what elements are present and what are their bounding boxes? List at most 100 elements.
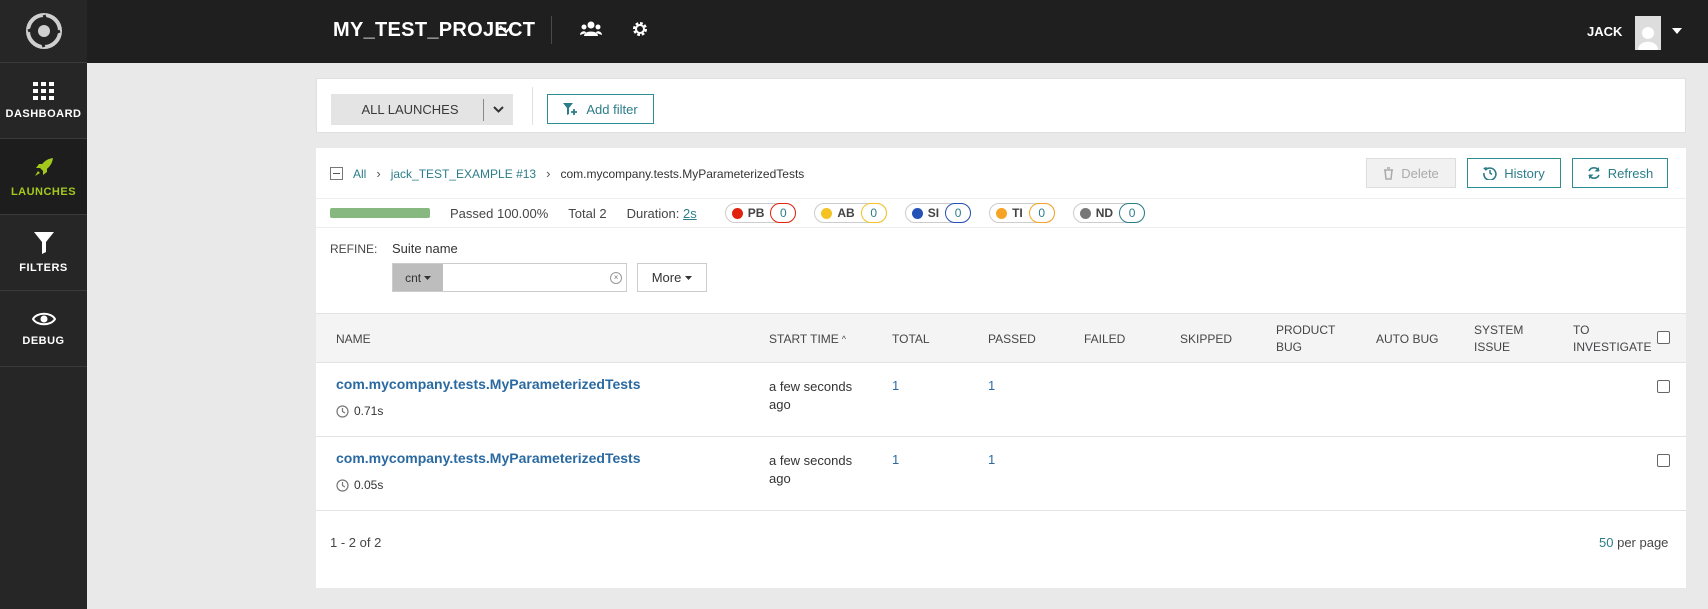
defect-badge-si[interactable]: SI 0 <box>904 203 972 223</box>
breadcrumb-all[interactable]: All <box>353 167 366 181</box>
total-count-link[interactable]: 1 <box>892 452 899 467</box>
column-auto-bug[interactable]: AUTO BUG <box>1376 314 1438 364</box>
defect-code: TI <box>1012 206 1023 220</box>
grid-icon <box>32 81 54 100</box>
duration-value[interactable]: 2s <box>683 206 697 221</box>
start-time-line1: a few seconds <box>769 453 853 468</box>
start-time: a few seconds ago <box>769 452 869 488</box>
column-to-investigate[interactable]: TO INVESTIGATE <box>1573 314 1651 364</box>
row-checkbox[interactable] <box>1657 380 1670 393</box>
duration-value: 0.05s <box>354 478 384 492</box>
refresh-icon <box>1588 167 1600 179</box>
defect-badge-pb[interactable]: PB 0 <box>724 203 797 223</box>
user-name[interactable]: JACK <box>1587 24 1622 39</box>
history-button[interactable]: History <box>1467 158 1561 188</box>
filter-icon <box>33 231 54 254</box>
defect-code: PB <box>747 206 765 220</box>
defect-badge-ti[interactable]: TI 0 <box>989 203 1055 223</box>
breadcrumb-current: com.mycompany.tests.MyParameterizedTests <box>560 166 805 181</box>
sidebar-item-label: DASHBOARD <box>5 107 82 120</box>
clock-icon <box>336 404 349 418</box>
breadcrumb-launch[interactable]: jack_TEST_EXAMPLE #13 <box>391 167 536 181</box>
launches-dropdown-label: ALL LAUNCHES <box>361 102 459 117</box>
sort-asc-icon: ^ <box>841 333 847 344</box>
column-system-issue[interactable]: SYSTEM ISSUE <box>1474 314 1523 364</box>
table-header: NAME START TIME ^ TOTAL PASSED FAILED SK… <box>316 313 1686 363</box>
defect-badge-ab[interactable]: AB 0 <box>814 203 887 223</box>
sidebar-item-dashboard[interactable]: DASHBOARD <box>0 63 87 139</box>
avatar[interactable] <box>1635 16 1661 50</box>
caret-down-icon[interactable] <box>1672 28 1682 34</box>
filter-bar-divider <box>532 87 533 125</box>
defect-code: SI <box>927 206 940 220</box>
condition-dropdown[interactable]: cnt <box>393 264 444 291</box>
pass-rate-progress-bar <box>330 208 430 218</box>
logo[interactable] <box>0 0 87 63</box>
table-row: com.mycompany.tests.MyParameterizedTests… <box>316 438 1686 511</box>
defect-count[interactable]: 0 <box>860 203 887 223</box>
column-passed[interactable]: PASSED <box>988 314 1036 364</box>
item-name-link[interactable]: com.mycompany.tests.MyParameterizedTests <box>336 450 641 466</box>
suite-name-input[interactable] <box>443 264 611 291</box>
clear-icon[interactable]: × <box>610 271 622 284</box>
item-duration: 0.71s <box>336 404 383 418</box>
filter-bar: ALL LAUNCHES Add filter <box>316 78 1686 133</box>
column-skipped[interactable]: SKIPPED <box>1180 314 1232 364</box>
start-time-line2: ago <box>769 471 791 486</box>
chevron-down-icon[interactable] <box>499 24 513 34</box>
column-product-bug-line2: BUG <box>1276 340 1303 354</box>
sidebar-item-debug[interactable]: DEBUG <box>0 291 87 367</box>
history-icon <box>1483 167 1497 180</box>
defect-color-dot <box>731 207 743 219</box>
defect-count[interactable]: 0 <box>770 203 797 223</box>
table-row: com.mycompany.tests.MyParameterizedTests… <box>316 364 1686 437</box>
column-name[interactable]: NAME <box>336 314 371 364</box>
row-checkbox[interactable] <box>1657 454 1670 467</box>
duration-label: Duration: <box>626 205 680 221</box>
users-icon[interactable] <box>580 21 602 37</box>
defect-badges: PB 0 AB 0 SI 0 TI 0 ND 0 <box>697 203 1146 223</box>
launches-dropdown[interactable]: ALL LAUNCHES <box>331 94 513 125</box>
defect-count[interactable]: 0 <box>1028 203 1055 223</box>
per-page-selector[interactable]: 50 per page <box>1599 535 1668 550</box>
pagination-range: 1 - 2 of 2 <box>330 535 382 550</box>
per-page-count[interactable]: 50 <box>1599 535 1613 550</box>
header-divider <box>551 16 552 44</box>
delete-button[interactable]: Delete <box>1366 158 1456 188</box>
collapse-icon[interactable] <box>330 167 343 180</box>
defect-color-dot <box>1079 207 1091 219</box>
sidebar-item-launches[interactable]: LAUNCHES <box>0 139 87 215</box>
more-button[interactable]: More <box>637 263 707 292</box>
gear-icon[interactable] <box>632 21 648 37</box>
sidebar-item-label: DEBUG <box>22 334 65 347</box>
clock-icon <box>336 478 349 492</box>
sidebar-item-filters[interactable]: FILTERS <box>0 215 87 291</box>
column-system-issue-line2: ISSUE <box>1474 340 1511 354</box>
chevron-down-icon[interactable] <box>484 106 513 113</box>
defect-badge-nd[interactable]: ND 0 <box>1072 203 1146 223</box>
start-time-line2: ago <box>769 397 791 412</box>
refresh-label: Refresh <box>1607 165 1654 181</box>
column-total[interactable]: TOTAL <box>892 314 930 364</box>
delete-label: Delete <box>1401 165 1439 181</box>
passed-count-link[interactable]: 1 <box>988 452 995 467</box>
column-failed[interactable]: FAILED <box>1084 314 1125 364</box>
add-filter-button[interactable]: Add filter <box>547 94 654 124</box>
defect-count[interactable]: 0 <box>945 203 972 223</box>
add-filter-label: Add filter <box>586 101 638 117</box>
passed-count-link[interactable]: 1 <box>988 378 995 393</box>
rocket-icon <box>34 157 53 176</box>
item-name-link[interactable]: com.mycompany.tests.MyParameterizedTests <box>336 376 641 392</box>
defect-color-dot <box>996 207 1008 219</box>
defect-count[interactable]: 0 <box>1119 203 1146 223</box>
start-time: a few seconds ago <box>769 378 869 414</box>
sidebar: DASHBOARD LAUNCHES FILTERS DEBUG <box>0 0 87 609</box>
column-start-time[interactable]: START TIME ^ <box>769 314 846 364</box>
total-count-link[interactable]: 1 <box>892 378 899 393</box>
refresh-button[interactable]: Refresh <box>1572 158 1668 188</box>
suite-name-filter: cnt × <box>392 263 627 292</box>
top-header: MY_TEST_PROJECT JACK <box>87 0 1708 63</box>
test-items-panel: All › jack_TEST_EXAMPLE #13 › com.mycomp… <box>316 148 1686 588</box>
select-all-checkbox[interactable] <box>1657 331 1670 344</box>
column-product-bug[interactable]: PRODUCT BUG <box>1276 314 1335 364</box>
